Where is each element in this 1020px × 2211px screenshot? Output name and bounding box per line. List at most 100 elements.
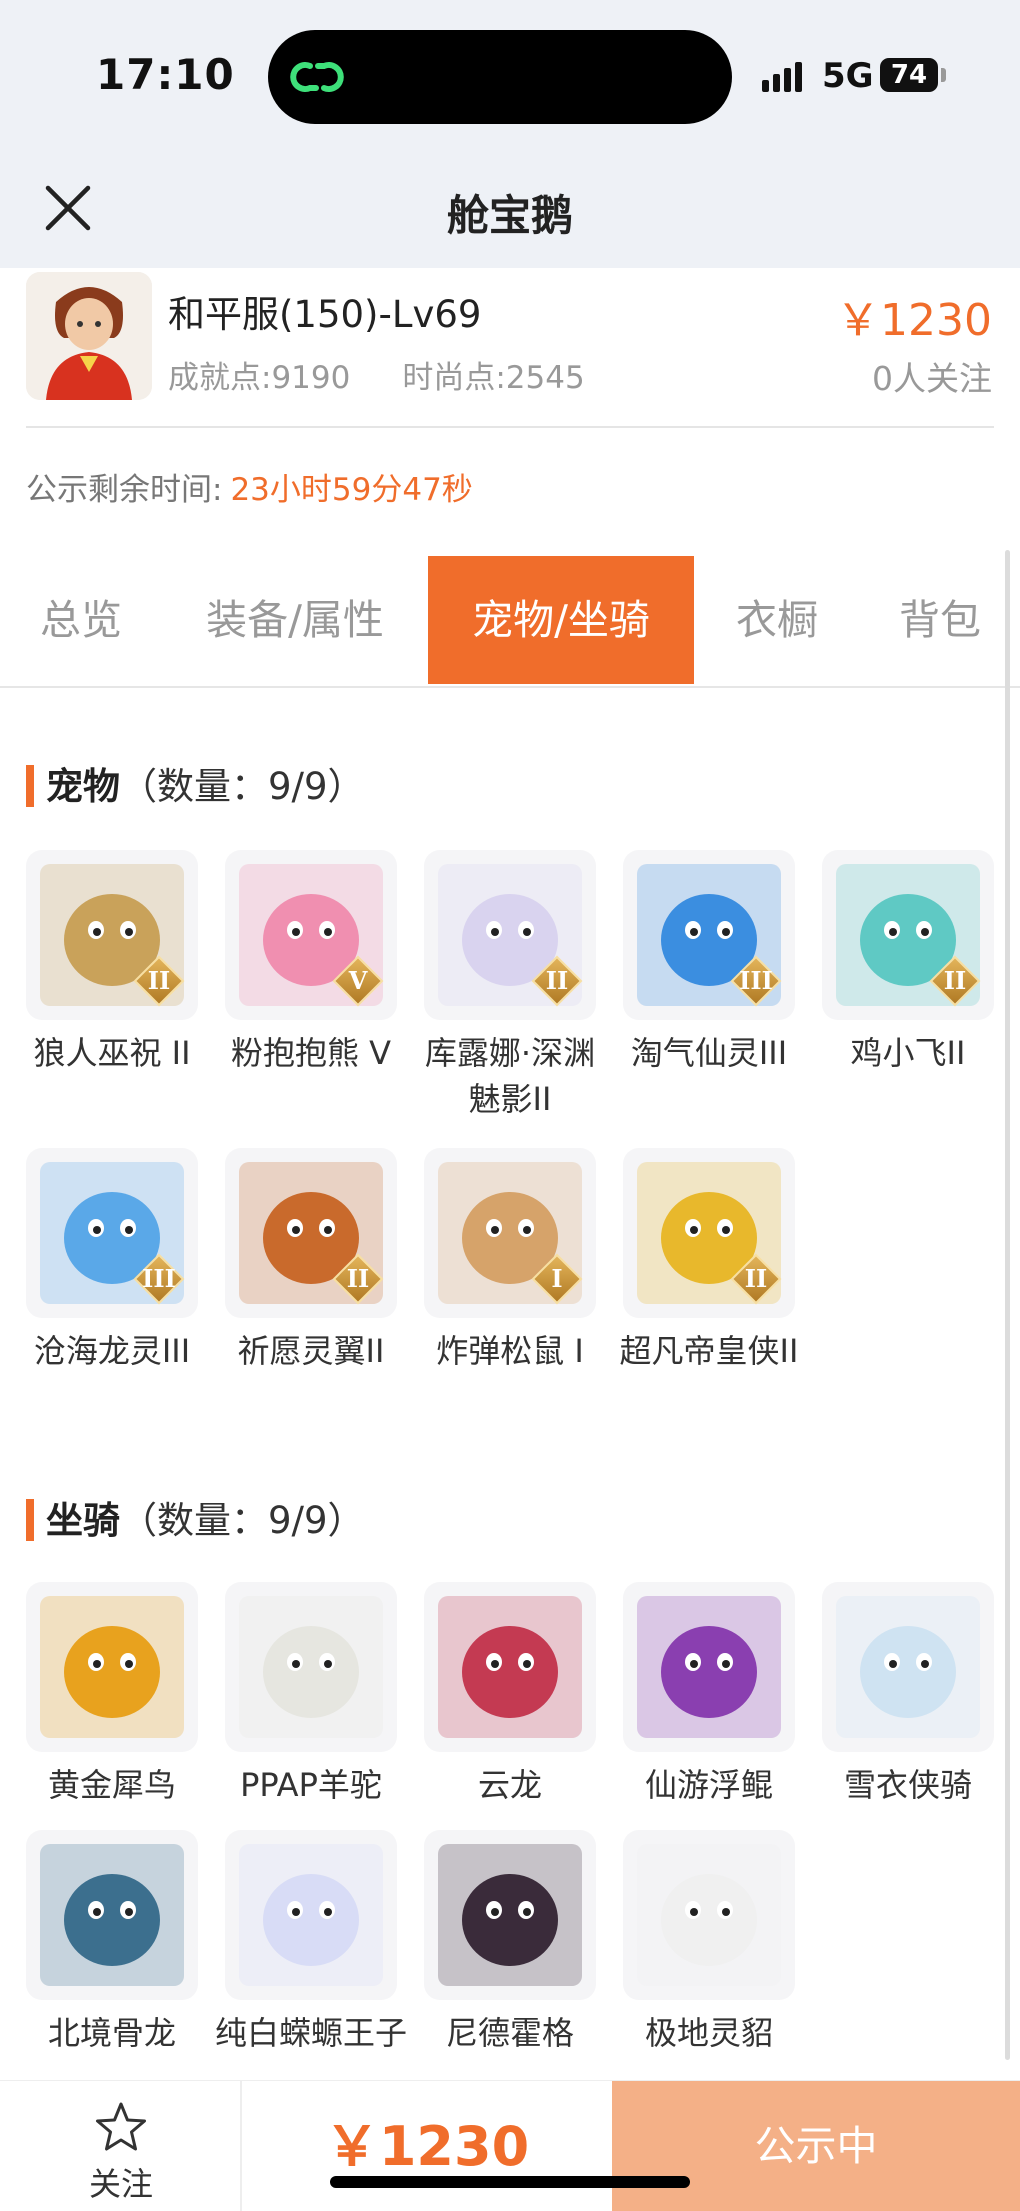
grade-badge: I <box>531 1253 583 1305</box>
tab-overview[interactable]: 总览 <box>0 556 162 684</box>
fashion-points: 时尚点:2545 <box>402 360 585 396</box>
scrollbar[interactable] <box>1005 550 1010 2060</box>
pet-name: 祈愿灵翼II <box>237 1332 385 1370</box>
follow-button[interactable]: 关注 <box>0 2081 242 2211</box>
grade-badge: II <box>730 1253 782 1305</box>
pet-card[interactable]: II <box>225 1148 397 1318</box>
pet-card[interactable]: II <box>424 850 596 1020</box>
mount-portrait <box>637 1844 781 1986</box>
mount-name: PPAP羊驼 <box>240 1766 382 1804</box>
pet-name: 狼人巫祝 II <box>33 1034 191 1072</box>
mount-name: 纯白蝾螈王子 <box>214 2014 407 2052</box>
character-avatar <box>26 272 152 400</box>
pets-section-title: 宠物（数量：9/9） <box>26 756 365 810</box>
pet-name: 沧海龙灵III <box>33 1332 191 1370</box>
mount-name: 仙游浮鲲 <box>644 1766 773 1804</box>
mount-card[interactable] <box>225 1582 397 1752</box>
mounts-title: 坐骑 <box>46 1499 120 1542</box>
character-stats: 成就点:9190 时尚点:2545 <box>168 352 585 397</box>
pet-name: 鸡小飞II <box>850 1034 966 1072</box>
follower-count: 0人关注 <box>872 359 992 398</box>
status-time: 17:10 <box>96 50 235 99</box>
mount-name: 极地灵貂 <box>644 2014 773 2052</box>
mount-portrait <box>40 1844 184 1986</box>
grade-text: II <box>943 966 967 995</box>
mount-card[interactable] <box>424 1582 596 1752</box>
grade-badge: V <box>332 955 384 1007</box>
tab-backpack[interactable]: 背包 <box>860 556 1020 684</box>
pet-name: 超凡帝皇侠II <box>619 1332 799 1370</box>
pet-card[interactable]: II <box>26 850 198 1020</box>
mounts-count: （数量：9/9） <box>120 1499 365 1542</box>
mount-name: 黄金犀鸟 <box>47 1766 176 1804</box>
signal-icon <box>762 62 802 92</box>
grade-text: II <box>147 966 171 995</box>
mount-portrait <box>836 1596 980 1738</box>
mount-name: 北境骨龙 <box>47 2014 176 2052</box>
page-title: 舱宝鹅 <box>446 191 573 240</box>
link-app-icon <box>290 62 344 92</box>
grade-text: II <box>744 1264 768 1293</box>
pet-card[interactable]: II <box>623 1148 795 1318</box>
achievement-points: 成就点:9190 <box>168 360 351 396</box>
tab-wardrobe[interactable]: 衣橱 <box>694 556 860 684</box>
pet-card[interactable]: III <box>623 850 795 1020</box>
grade-badge: II <box>332 1253 384 1305</box>
pets-title: 宠物 <box>46 765 120 808</box>
pet-card[interactable]: I <box>424 1148 596 1318</box>
grade-badge: II <box>531 955 583 1007</box>
grade-badge: III <box>133 1253 185 1305</box>
tab-bar: 总览 装备/属性 宠物/坐骑 衣橱 背包 <box>0 556 1020 686</box>
server-level: 和平服(150)-Lv69 <box>168 293 482 336</box>
pets-count: （数量：9/9） <box>120 765 365 808</box>
network-type: 5G <box>822 56 874 96</box>
battery-tip <box>941 68 946 82</box>
divider <box>26 426 994 428</box>
pet-name: 库露娜·深渊魅影II <box>424 1034 596 1118</box>
mount-portrait <box>637 1596 781 1738</box>
tab-divider <box>0 686 1020 688</box>
mount-portrait <box>438 1844 582 1986</box>
tab-pets-mounts[interactable]: 宠物/坐骑 <box>428 556 694 684</box>
follow-label: 关注 <box>88 2165 153 2203</box>
timer-label: 公示剩余时间: <box>26 472 223 508</box>
pet-card[interactable]: II <box>822 850 994 1020</box>
grade-text: II <box>545 966 569 995</box>
battery-icon: 74 <box>880 58 938 92</box>
pet-card[interactable]: III <box>26 1148 198 1318</box>
publicity-status-button[interactable]: 公示中 <box>612 2081 1020 2211</box>
grade-text: III <box>142 1264 176 1293</box>
top-bar: 17:10 5G 74 舱宝鹅 <box>0 0 1020 268</box>
mount-name: 尼德霍格 <box>445 2014 574 2052</box>
mount-card[interactable] <box>26 1582 198 1752</box>
mount-card[interactable] <box>225 1830 397 2000</box>
grade-badge: II <box>929 955 981 1007</box>
mount-portrait <box>239 1596 383 1738</box>
mount-name: 雪衣侠骑 <box>843 1766 972 1804</box>
mount-card[interactable] <box>424 1830 596 2000</box>
publicity-timer: 公示剩余时间: 23小时59分47秒 <box>26 464 473 509</box>
pet-name: 炸弹松鼠 I <box>436 1332 584 1370</box>
star-icon <box>96 2102 146 2151</box>
home-indicator <box>330 2176 690 2188</box>
mounts-section-title: 坐骑（数量：9/9） <box>26 1490 365 1544</box>
bottom-action-bar: 关注 ￥1230 公示中 <box>0 2080 1020 2211</box>
grade-badge: III <box>730 955 782 1007</box>
pet-name: 淘气仙灵III <box>630 1034 788 1072</box>
mount-portrait <box>239 1844 383 1986</box>
mount-card[interactable] <box>623 1830 795 2000</box>
mount-card[interactable] <box>623 1582 795 1752</box>
grade-text: II <box>346 1264 370 1293</box>
listing-price: ￥1230 <box>836 295 992 346</box>
bottom-price: ￥1230 <box>324 2115 530 2178</box>
grade-text: III <box>739 966 773 995</box>
mount-portrait <box>40 1596 184 1738</box>
mount-card[interactable] <box>822 1582 994 1752</box>
dynamic-island <box>268 30 732 124</box>
grade-text: I <box>551 1264 563 1293</box>
tab-equipment[interactable]: 装备/属性 <box>162 556 428 684</box>
grade-text: V <box>348 966 368 995</box>
pet-card[interactable]: V <box>225 850 397 1020</box>
mount-name: 云龙 <box>477 1766 542 1804</box>
mount-card[interactable] <box>26 1830 198 2000</box>
